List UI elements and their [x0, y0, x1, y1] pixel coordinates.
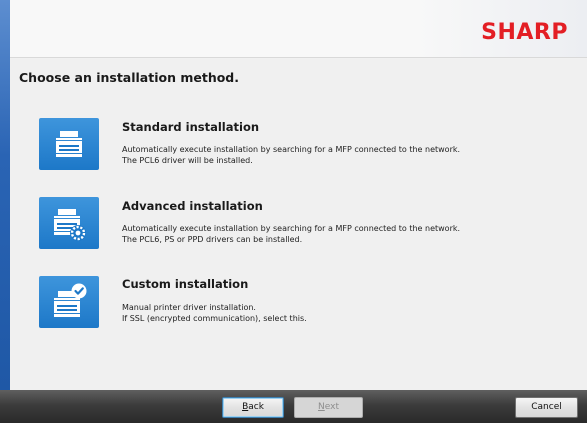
option-title: Advanced installation	[122, 199, 263, 213]
printer-icon	[56, 131, 82, 157]
option-title: Standard installation	[122, 120, 260, 134]
header-banner: SHARP	[10, 0, 587, 58]
option-title: Custom installation	[122, 277, 249, 291]
cancel-button[interactable]: Cancel	[515, 397, 578, 418]
option-custom-installation[interactable]: Custom installation Manual printer drive…	[10, 272, 570, 342]
option-description-line: If SSL (encrypted communication), select…	[122, 314, 307, 323]
next-accelerator: N	[318, 402, 325, 412]
option-description-line: Automatically execute installation by se…	[122, 224, 461, 233]
standard-installation-button[interactable]	[39, 118, 99, 170]
next-button[interactable]: Next	[294, 397, 363, 418]
sharp-logo: SHARP	[481, 20, 568, 45]
option-standard-installation[interactable]: Standard installation Automatically exec…	[10, 114, 570, 184]
option-description-line: Manual printer driver installation.	[122, 303, 256, 312]
option-description: Manual printer driver installation. If S…	[122, 302, 307, 324]
custom-installation-button[interactable]	[39, 276, 99, 328]
option-description-line: Automatically execute installation by se…	[122, 145, 461, 154]
page-title: Choose an installation method.	[19, 70, 240, 85]
printer-gear-icon	[54, 209, 86, 241]
main-panel: Choose an installation method. Standard …	[10, 59, 587, 390]
side-accent-bar	[0, 0, 10, 390]
option-description: Automatically execute installation by se…	[122, 223, 460, 245]
next-label: ext	[324, 402, 339, 412]
installer-window: SHARP Choose an installation method. Sta…	[0, 0, 587, 423]
option-description-line: The PCL6, PS or PPD drivers can be insta…	[122, 235, 303, 244]
option-advanced-installation[interactable]: Advanced installation Automatically exec…	[10, 193, 570, 263]
advanced-installation-button[interactable]	[39, 197, 99, 249]
back-button[interactable]: Back	[222, 397, 284, 418]
button-bar: Back Next Cancel	[0, 390, 587, 423]
back-label: ack	[248, 402, 264, 412]
option-description-line: The PCL6 driver will be installed.	[122, 156, 253, 165]
printer-check-icon	[54, 283, 87, 317]
option-description: Automatically execute installation by se…	[122, 144, 460, 166]
